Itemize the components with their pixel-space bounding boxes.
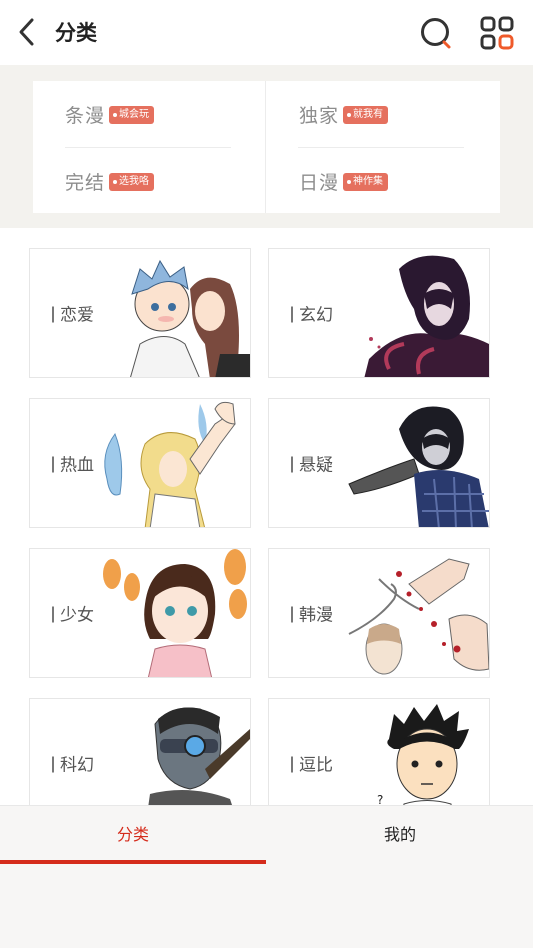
- tab-mine[interactable]: 我的: [267, 806, 533, 864]
- featured-label: 完结: [65, 172, 106, 194]
- hotblood-illustration: [104, 401, 236, 527]
- featured-item-dujia[interactable]: 独家 就我有: [299, 101, 389, 128]
- featured-section: 条漫 城会玩 独家 就我有 完结 选我咯 日漫 神作集: [0, 65, 533, 228]
- category-card-hotblood[interactable]: 热血: [29, 398, 251, 528]
- featured-tag: 城会玩: [109, 105, 155, 124]
- featured-label: 独家: [299, 105, 340, 127]
- category-label: 韩漫: [299, 605, 333, 626]
- category-card-mystery[interactable]: 悬疑: [268, 398, 490, 528]
- tab-category[interactable]: 分类: [0, 806, 266, 864]
- category-label: 玄幻: [299, 305, 333, 326]
- shoujo-illustration: [103, 549, 247, 677]
- featured-panel: 条漫 城会玩 独家 就我有 完结 选我咯 日漫 神作集: [33, 81, 500, 213]
- category-label: 少女: [60, 605, 94, 626]
- divider: [265, 81, 266, 213]
- divider: [65, 147, 231, 148]
- label-bar: [291, 306, 293, 323]
- active-tab-indicator: [0, 860, 266, 864]
- featured-tag: 选我咯: [109, 172, 155, 191]
- category-card-shoujo[interactable]: 少女: [29, 548, 251, 678]
- romance-illustration: [130, 259, 250, 377]
- category-card-romance[interactable]: 恋爱: [29, 248, 251, 378]
- fantasy-illustration: [364, 255, 489, 377]
- label-bar: [52, 756, 54, 773]
- grid-menu-icon[interactable]: [479, 15, 515, 51]
- label-bar: [291, 756, 293, 773]
- featured-item-wanjie[interactable]: 完结 选我咯: [65, 168, 155, 195]
- label-bar: [52, 606, 54, 623]
- label-bar: [52, 306, 54, 323]
- featured-item-riman[interactable]: 日漫 神作集: [299, 168, 389, 195]
- category-label: 逗比: [299, 755, 333, 776]
- label-bar: [291, 456, 293, 473]
- category-label: 恋爱: [60, 305, 94, 326]
- featured-item-tiaoman[interactable]: 条漫 城会玩: [65, 101, 155, 128]
- featured-tag: 神作集: [343, 172, 389, 191]
- search-icon[interactable]: [418, 15, 454, 51]
- divider: [298, 147, 464, 148]
- category-label: 科幻: [60, 755, 94, 776]
- category-label: 悬疑: [299, 455, 333, 476]
- category-label: 热血: [60, 455, 94, 476]
- mystery-illustration: [348, 406, 489, 527]
- category-card-fantasy[interactable]: 玄幻: [268, 248, 490, 378]
- top-header: 分类: [0, 0, 533, 65]
- category-card-korean[interactable]: 韩漫: [268, 548, 490, 678]
- bottom-tab-bar: 分类 我的: [0, 805, 533, 948]
- featured-tag: 就我有: [343, 105, 389, 124]
- featured-label: 日漫: [299, 172, 340, 194]
- label-bar: [52, 456, 54, 473]
- page-title: 分类: [55, 21, 97, 45]
- app-screen: 分类 条漫 城会玩 独家 就我有 完结 选我咯 日漫 神作集 恋爱 玄幻 热血 …: [0, 0, 533, 948]
- korean-illustration: [348, 558, 489, 675]
- featured-label: 条漫: [65, 105, 106, 127]
- label-bar: [291, 606, 293, 623]
- back-arrow-icon[interactable]: [14, 16, 42, 48]
